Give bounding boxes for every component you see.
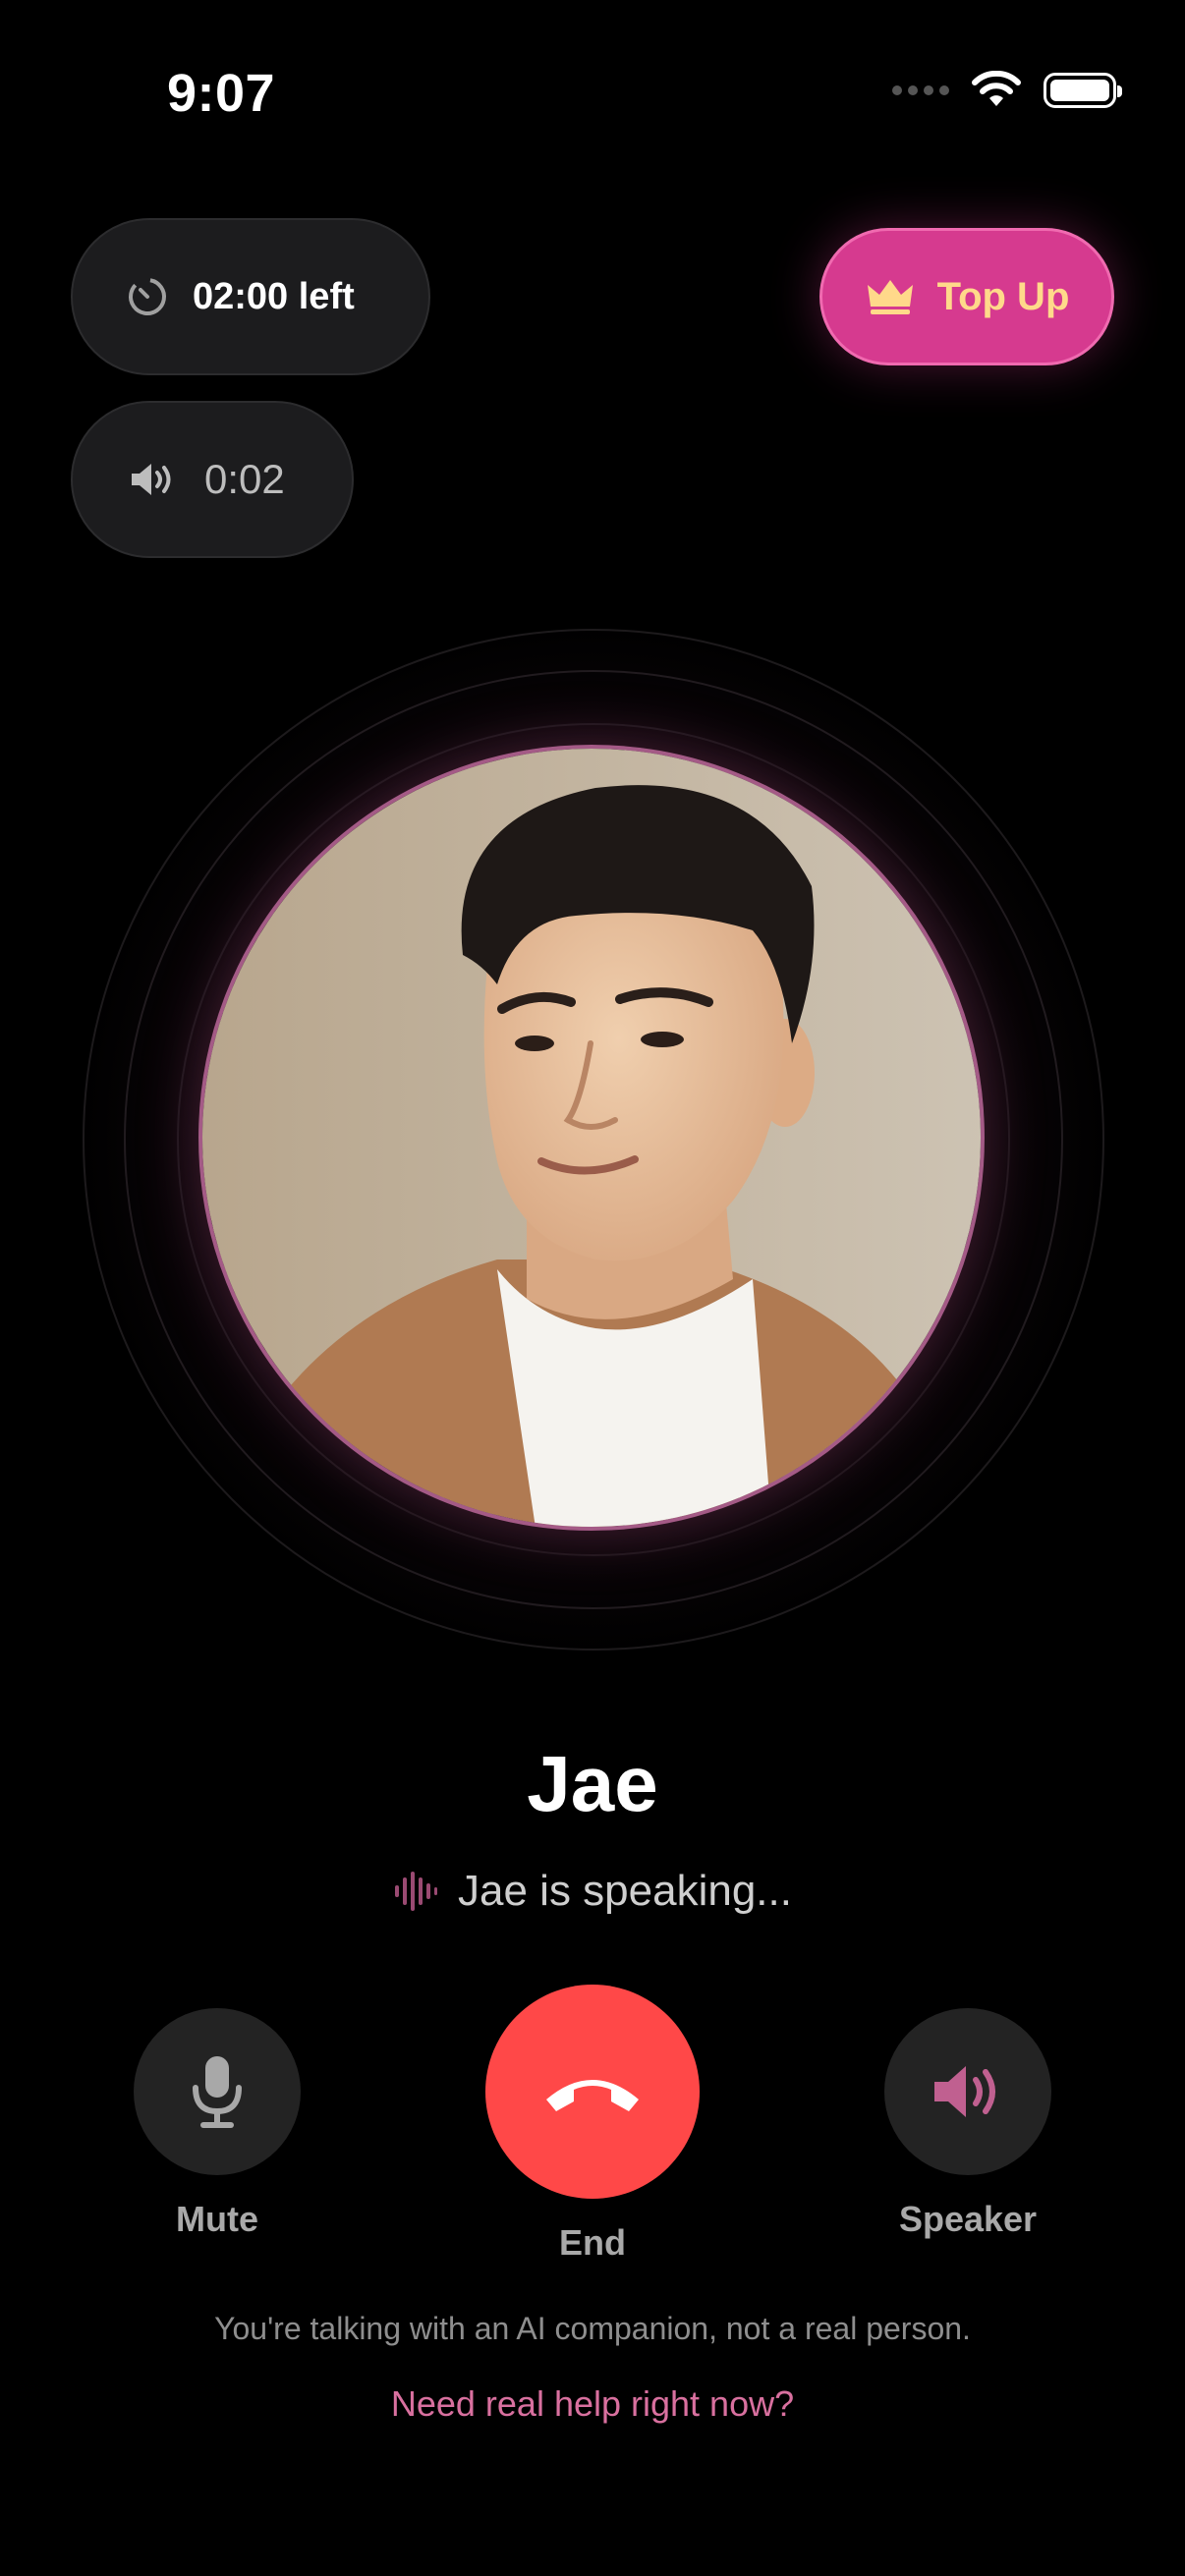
status-icons	[892, 71, 1122, 110]
speaking-status: Jae is speaking...	[0, 1867, 1185, 1916]
speaker-label: Speaker	[898, 2199, 1038, 2239]
mute-button[interactable]	[134, 2008, 301, 2175]
status-time: 9:07	[167, 64, 276, 123]
time-left-pill: 02:00 left	[71, 218, 430, 375]
speaking-status-text: Jae is speaking...	[458, 1867, 792, 1915]
waveform-icon	[395, 1872, 438, 1911]
timer-icon	[129, 278, 166, 315]
contact-avatar	[198, 745, 985, 1531]
call-duration-pill: 0:02	[71, 401, 354, 558]
speaker-button[interactable]	[884, 2008, 1051, 2175]
signal-icon	[892, 85, 949, 95]
speaker-icon	[934, 2066, 995, 2117]
mute-label: Mute	[176, 2199, 258, 2239]
ai-disclaimer: You're talking with an AI companion, not…	[214, 2311, 971, 2346]
battery-icon	[1044, 73, 1122, 108]
contact-name: Jae	[527, 1740, 658, 1827]
wifi-icon	[972, 71, 1021, 106]
help-link[interactable]: Need real help right now?	[0, 2383, 1185, 2425]
top-up-button[interactable]: Top Up	[819, 228, 1114, 365]
call-duration-text: 0:02	[204, 456, 285, 502]
end-call-icon	[546, 2080, 639, 2111]
end-call-button[interactable]	[485, 1985, 700, 2199]
crown-icon	[867, 280, 913, 314]
end-call-label: End	[559, 2222, 626, 2263]
top-up-label: Top Up	[936, 274, 1070, 318]
microphone-icon	[193, 2056, 242, 2128]
time-left-text: 02:00 left	[193, 275, 355, 317]
volume-icon	[132, 464, 171, 495]
